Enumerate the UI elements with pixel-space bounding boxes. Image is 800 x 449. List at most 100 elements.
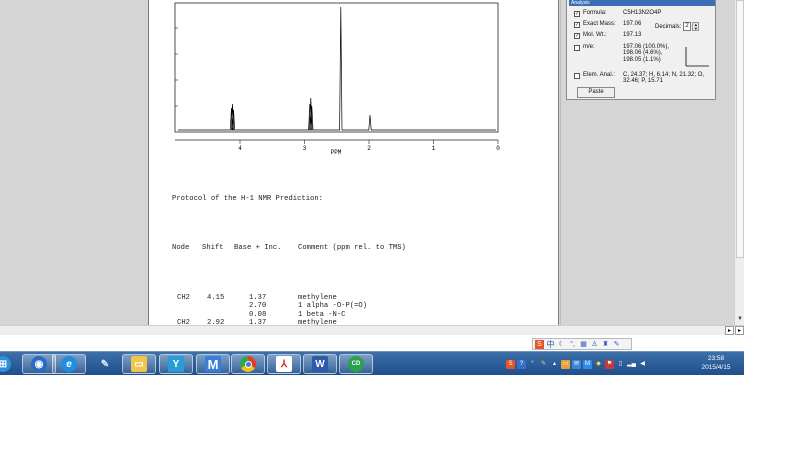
node-cell: CH2 bbox=[177, 294, 190, 303]
user-icon[interactable]: ♙ bbox=[590, 340, 599, 349]
taskbar-app-word[interactable]: W bbox=[303, 354, 337, 374]
mol-wt-row: ✓ Mol. Wt.: 197.13 bbox=[574, 32, 641, 39]
mail-tray-icon[interactable]: ✉ bbox=[572, 359, 581, 369]
app-y-icon: Y bbox=[168, 356, 184, 372]
feather-icon: ✎ bbox=[100, 358, 110, 370]
protocol-row: CH2 4.15 1.37 methylene bbox=[172, 294, 337, 303]
mz-label: m/e: bbox=[583, 44, 595, 50]
x-axis-tick-label: 2 bbox=[367, 145, 371, 152]
wrench-icon[interactable]: ✎ bbox=[612, 340, 621, 349]
shirt-icon[interactable]: ♜ bbox=[601, 340, 610, 349]
globe-icon: ◉ bbox=[31, 356, 47, 372]
taskbar-app-ie[interactable]: e bbox=[52, 354, 86, 374]
taskbar-app-metro[interactable]: M bbox=[196, 354, 230, 374]
screen: 4 3 2 1 0 PPM Protocol of the H-1 NMR Predic… bbox=[0, 0, 800, 449]
flag-tray-icon[interactable]: ⚑ bbox=[605, 359, 614, 369]
protocol-rows: CH2 4.15 1.37 methylene 2.70 1 alpha -O-P(=O)… bbox=[172, 294, 367, 325]
word-icon: W bbox=[312, 356, 328, 372]
taskbar-app-chrome[interactable] bbox=[231, 354, 265, 374]
decimals-input[interactable]: 2 bbox=[683, 22, 692, 31]
taskbar-app-chemdraw[interactable]: CD bbox=[339, 354, 373, 374]
protocol-spacer bbox=[172, 269, 323, 277]
clock[interactable]: 23:58 2015/4/15 bbox=[692, 354, 740, 372]
header-node: Node bbox=[172, 244, 190, 253]
mol-wt-checkbox[interactable]: ✓ bbox=[574, 33, 580, 39]
x-axis-label: PPM bbox=[331, 149, 342, 156]
spectrum-frame bbox=[174, 2, 499, 133]
network-signal-icon[interactable]: ▂▄ bbox=[627, 360, 636, 369]
sogou-ime-icon[interactable]: S bbox=[535, 339, 544, 349]
decimals-spinner[interactable]: ▲ ▼ bbox=[692, 22, 700, 31]
nmr-spectrum: 4 3 2 1 0 PPM bbox=[174, 2, 500, 156]
settings-tray-icon[interactable]: ° bbox=[528, 360, 537, 369]
protocol-header-row: Node Shift Base + Inc. Comment (ppm rel.… bbox=[172, 244, 406, 253]
taskbar: ⊞ ◉ e ✎ ▭ Y M ⅄ W CD S ? ° ✎ ▴ ▭ ✉ M ◆ ⚑… bbox=[0, 351, 744, 375]
x-axis-tick-label: 4 bbox=[238, 145, 242, 152]
comment-cell: methylene bbox=[298, 294, 337, 303]
elem-anal-row: Elem. Anal.: C, 24.37; H, 6.14; N, 21.32… bbox=[574, 72, 704, 85]
formula-checkbox[interactable]: ✓ bbox=[574, 11, 580, 17]
sogou-tray-icon[interactable]: S bbox=[506, 359, 515, 369]
volume-icon[interactable]: ◀ bbox=[638, 360, 647, 369]
analysis-title: Analysis bbox=[569, 0, 715, 6]
show-hidden-icons-icon[interactable]: ▴ bbox=[550, 360, 559, 369]
help-tray-icon[interactable]: ? bbox=[517, 359, 526, 369]
mass-spectrum-thumbnail bbox=[685, 47, 709, 67]
taskbar-app-y[interactable]: Y bbox=[159, 354, 193, 374]
x-axis-tick-label: 3 bbox=[303, 145, 307, 152]
scroll-right-arrow[interactable]: ▸ bbox=[725, 326, 734, 335]
exact-mass-row: ✓ Exact Mass: 197.06 bbox=[574, 21, 641, 28]
power-tray-icon[interactable]: ▯ bbox=[616, 360, 625, 369]
keyboard-icon[interactable]: ▦ bbox=[579, 340, 588, 349]
start-button[interactable]: ⊞ bbox=[0, 354, 20, 374]
comment-cell: 1 alpha -O-P(=O) bbox=[298, 302, 368, 311]
mol-wt-value: 197.13 bbox=[623, 32, 642, 38]
scroll-down-arrow[interactable]: ▼ bbox=[735, 316, 744, 325]
analysis-window[interactable]: Analysis ✓ Formula: C5H13N2O4P ✓ Exact M… bbox=[566, 0, 716, 100]
folder-tray-icon[interactable]: ▭ bbox=[561, 359, 570, 369]
taskbar-app-network[interactable]: ◉ bbox=[22, 354, 56, 374]
mz-checkbox[interactable] bbox=[574, 45, 580, 51]
moon-icon[interactable]: ☾ bbox=[557, 340, 566, 349]
exact-mass-checkbox[interactable]: ✓ bbox=[574, 22, 580, 28]
mol-wt-label: Mol. Wt.: bbox=[583, 32, 607, 38]
header-comment: Comment (ppm rel. to TMS) bbox=[298, 244, 406, 253]
mz-value: 197.06 (100.0%), 198.06 (4.6%), 198.05 (… bbox=[623, 44, 670, 63]
windows-logo-icon: ⊞ bbox=[0, 356, 11, 372]
vertical-scrollbar[interactable]: ▼ bbox=[734, 0, 744, 325]
ime-mode-label[interactable]: 中 bbox=[546, 340, 555, 349]
base-inc-cell: 0.08 bbox=[249, 310, 267, 319]
vertical-scroll-thumb[interactable] bbox=[736, 0, 744, 258]
taskbar-app-pdf[interactable]: ⅄ bbox=[267, 354, 301, 374]
ie-icon: e bbox=[61, 356, 77, 372]
pen-tray-icon[interactable]: ✎ bbox=[539, 360, 548, 369]
paste-button[interactable]: Paste bbox=[577, 87, 615, 98]
horizontal-scrollbar[interactable]: ▸ ▸ bbox=[0, 325, 744, 335]
formula-row: ✓ Formula: C5H13N2O4P bbox=[574, 10, 661, 17]
language-bar[interactable]: S 中 ☾ °, ▦ ♙ ♜ ✎ bbox=[532, 338, 632, 350]
elem-anal-checkbox[interactable] bbox=[574, 73, 580, 79]
pdf-icon: ⅄ bbox=[276, 356, 292, 372]
protocol-spacer bbox=[172, 219, 323, 227]
taskbar-app-explorer[interactable]: ▭ bbox=[122, 354, 156, 374]
document-workspace: 4 3 2 1 0 PPM Protocol of the H-1 NMR Predic… bbox=[0, 0, 744, 325]
base-inc-cell: 1.37 bbox=[249, 294, 267, 303]
elem-anal-label: Elem. Anal.: bbox=[583, 72, 616, 78]
punctuation-icon[interactable]: °, bbox=[568, 340, 577, 349]
exact-mass-label: Exact Mass: bbox=[583, 21, 616, 27]
mz-row: m/e: 197.06 (100.0%), 198.06 (4.6%), 198… bbox=[574, 44, 669, 63]
scroll-end-button[interactable]: ▸ bbox=[735, 326, 744, 335]
comment-cell: 1 beta -N-C bbox=[298, 310, 346, 319]
decimals-control: Decimals: 2 ▲ ▼ bbox=[655, 22, 700, 31]
document-page: 4 3 2 1 0 PPM Protocol of the H-1 NMR Predic… bbox=[148, 0, 559, 325]
m-tray-icon[interactable]: M bbox=[583, 359, 592, 369]
taskbar-app-feather[interactable]: ✎ bbox=[88, 354, 122, 374]
header-base-inc: Base + Inc. bbox=[234, 244, 282, 253]
shield-tray-icon[interactable]: ◆ bbox=[594, 360, 603, 369]
shift-cell: 4.15 bbox=[207, 294, 225, 303]
clock-time: 23:58 bbox=[707, 355, 725, 362]
folder-icon: ▭ bbox=[131, 356, 147, 372]
protocol-row: 0.08 1 beta -N-C bbox=[172, 310, 345, 319]
chemdraw-icon: CD bbox=[348, 356, 364, 372]
x-axis-ticks: 4 3 2 1 0 bbox=[238, 140, 500, 152]
